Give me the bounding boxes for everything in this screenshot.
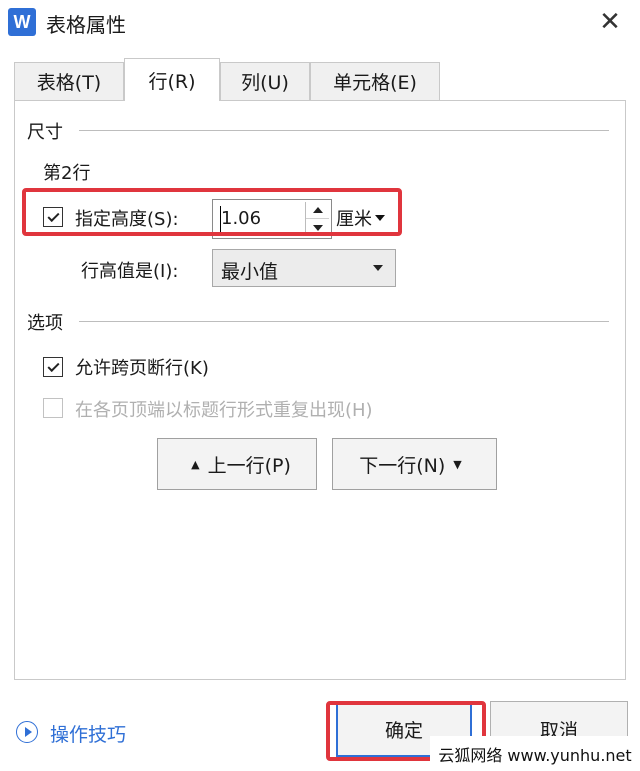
title-bar: W 表格属性 ✕	[0, 0, 640, 46]
checkmark-icon	[46, 359, 60, 372]
tab-column[interactable]: 列(U)	[220, 62, 310, 100]
checkmark-icon	[46, 209, 60, 222]
next-row-button[interactable]: 下一行(N) ▼	[332, 438, 497, 490]
height-spinbox[interactable]: 1.06	[212, 199, 332, 239]
dialog-title: 表格属性	[46, 13, 126, 37]
allow-row-break-checkbox[interactable]	[43, 357, 63, 377]
wps-writer-icon: W	[8, 8, 36, 36]
row-number-label: 第2行	[43, 163, 91, 184]
row-tab-panel: 尺寸 第2行 指定高度(S): 1.06 厘米 行高值是(I): 最小值 选项 …	[14, 100, 626, 680]
specify-height-checkbox[interactable]	[43, 207, 63, 227]
previous-row-button[interactable]: ▲ 上一行(P)	[157, 438, 317, 490]
spin-buttons	[305, 202, 329, 236]
unit-value: 厘米	[336, 209, 372, 230]
triangle-up-icon	[312, 207, 323, 213]
specify-height-label: 指定高度(S):	[75, 209, 179, 230]
dropdown-arrow-icon	[373, 265, 383, 271]
tab-table[interactable]: 表格(T)	[14, 62, 124, 100]
options-group-divider	[79, 321, 609, 322]
tips-link[interactable]: 操作技巧	[50, 720, 126, 747]
tab-cell[interactable]: 单元格(E)	[310, 62, 440, 100]
next-row-label: 下一行(N)	[359, 454, 446, 477]
close-button[interactable]: ✕	[594, 6, 626, 38]
allow-row-break-label: 允许跨页断行(K)	[75, 358, 209, 379]
height-value[interactable]: 1.06	[221, 208, 261, 229]
tab-row[interactable]: 行(R)	[124, 58, 220, 101]
arrow-up-icon: ▲	[191, 457, 200, 471]
dropdown-arrow-icon	[375, 215, 385, 221]
row-height-mode-select[interactable]: 最小值	[212, 249, 396, 287]
row-height-mode-value: 最小值	[221, 261, 279, 283]
options-group-label: 选项	[27, 309, 69, 335]
size-group-label: 尺寸	[27, 118, 69, 144]
spin-down-button[interactable]	[306, 219, 329, 236]
close-icon: ✕	[599, 7, 621, 37]
size-group-divider	[79, 130, 609, 131]
unit-dropdown[interactable]: 厘米	[336, 205, 385, 231]
arrow-down-icon: ▼	[453, 457, 462, 471]
watermark: 云狐网络 www.yunhu.net	[430, 736, 640, 771]
triangle-down-icon	[312, 224, 323, 231]
previous-row-label: 上一行(P)	[207, 454, 291, 477]
repeat-header-label: 在各页顶端以标题行形式重复出现(H)	[75, 400, 373, 421]
play-circle-icon[interactable]	[16, 721, 38, 743]
row-height-is-label: 行高值是(I):	[81, 261, 179, 282]
spin-up-button[interactable]	[306, 202, 329, 219]
repeat-header-checkbox[interactable]	[43, 398, 63, 418]
